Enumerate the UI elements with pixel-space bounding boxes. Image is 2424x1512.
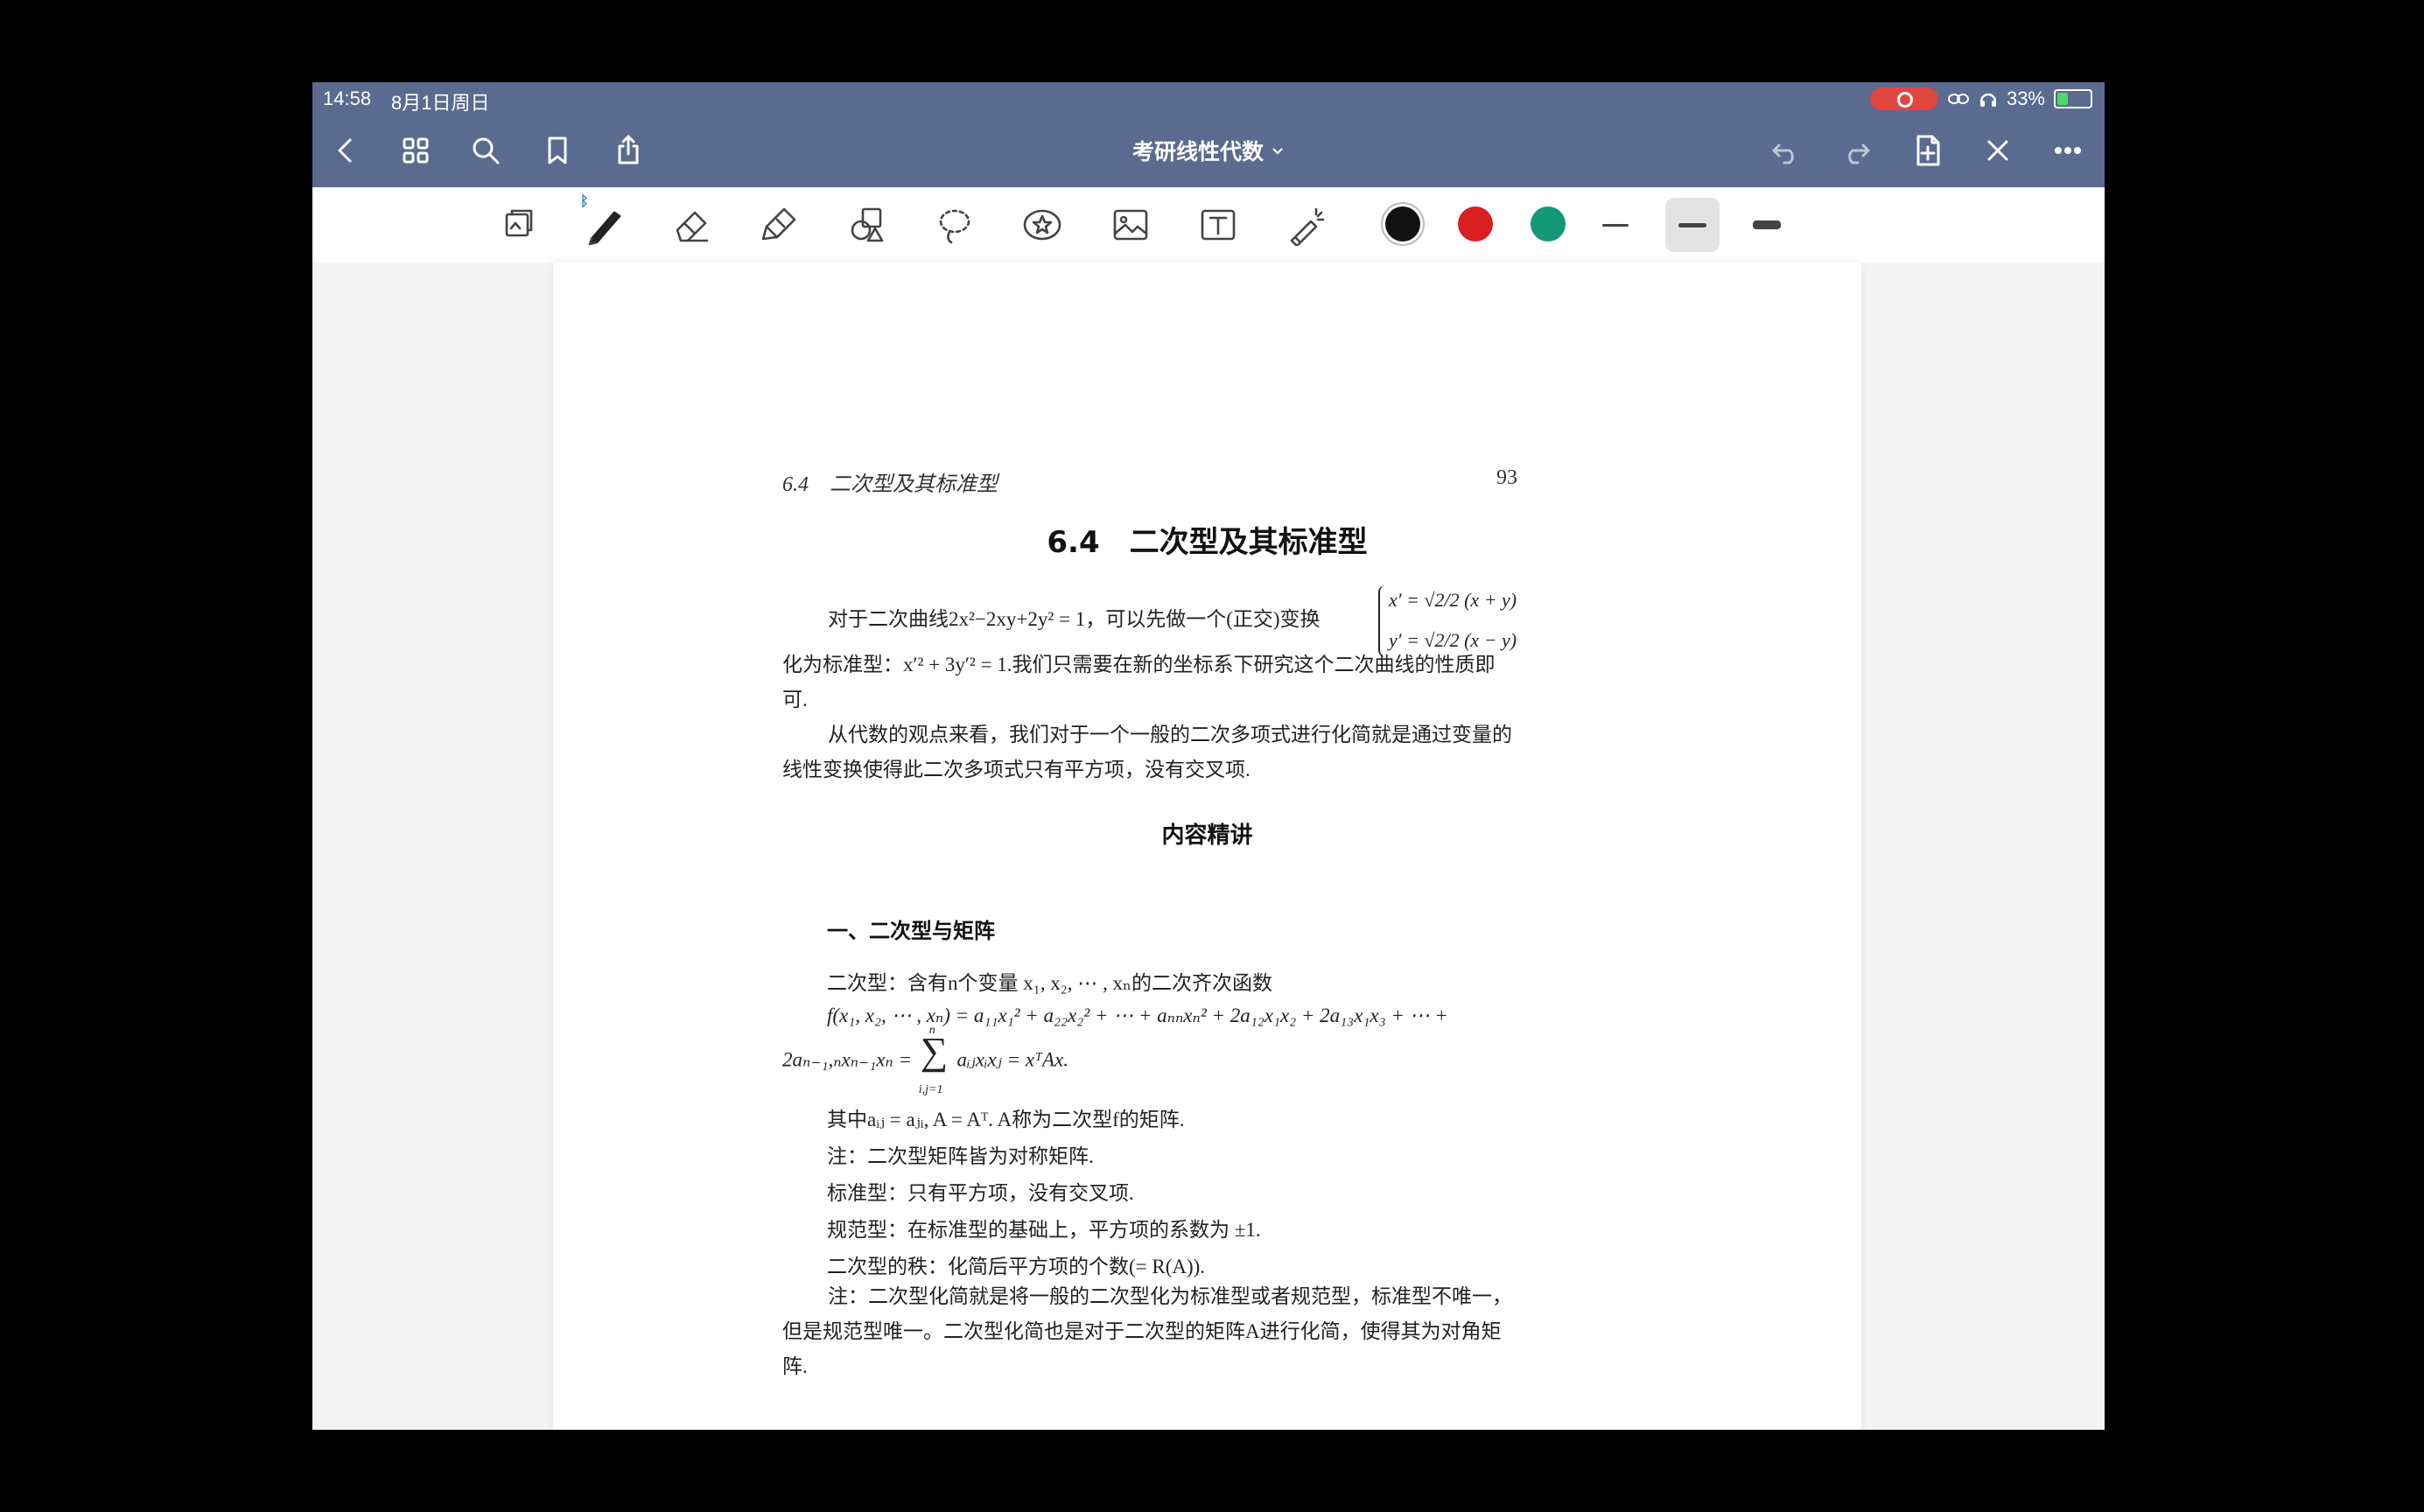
note-rank: 二次型的秩：化简后平方项的个数(= R(A)). xyxy=(827,1256,1206,1278)
thickness-thin-option[interactable] xyxy=(1602,224,1629,227)
highlighter-icon xyxy=(761,207,796,241)
lasso-icon xyxy=(939,209,970,244)
image-tool[interactable] xyxy=(1103,198,1158,252)
document-viewport[interactable]: 6.4 二次型及其标准型 93 6.4 二次型及其标准型 对于二次曲线2x²−2… xyxy=(312,262,2105,1430)
color-red-swatch[interactable] xyxy=(1458,206,1493,242)
more-button[interactable] xyxy=(2043,126,2092,175)
battery-fill xyxy=(2057,93,2068,105)
status-date: 8月1日周日 xyxy=(391,92,490,114)
text-icon xyxy=(1201,209,1236,241)
document-navbar: 考研线性代数 xyxy=(312,114,2105,187)
intro-paragraph-3: 从代数的观点来看，我们对于一个一般的二次多项式进行化简就是通过变量的线性变换使得… xyxy=(782,724,1512,780)
thickness-medium-bar xyxy=(1678,222,1706,228)
eraser-icon xyxy=(676,211,709,242)
sum-lower: i,j=1 xyxy=(918,1083,943,1096)
headphones-icon xyxy=(1979,93,1997,107)
sum-upper: n xyxy=(928,1024,935,1037)
link-icon xyxy=(1947,94,1969,104)
eraser-tool[interactable] xyxy=(664,198,718,252)
add-page-icon xyxy=(1916,135,1940,166)
redo-icon xyxy=(1848,144,1870,164)
definition-line: 二次型：含有n个变量 x₁, x₂, ⋯ , xₙ的二次齐次函数 xyxy=(827,972,1272,994)
pdf-page[interactable]: 6.4 二次型及其标准型 93 6.4 二次型及其标准型 对于二次曲线2x²−2… xyxy=(553,262,1861,1430)
content-heading: 内容精讲 xyxy=(1161,822,1253,849)
formula-line-2: 2aₙ₋₁,ₙxₙ₋₁xₙ = ∑ n i,j=1 aᵢⱼxᵢxⱼ = xᵀAx… xyxy=(782,1024,1517,1096)
formula-2-left: 2aₙ₋₁,ₙxₙ₋₁xₙ = xyxy=(782,1048,912,1071)
status-indicators: 33% xyxy=(1869,88,2092,110)
annotation-toolbar: ᛒ xyxy=(312,187,2105,263)
note-standard-form: 标准型：只有平方项，没有交叉项. xyxy=(827,1182,1134,1204)
more-icon xyxy=(2055,147,2081,154)
formula-2-right: aᵢⱼxᵢxⱼ = xᵀAx. xyxy=(956,1048,1068,1071)
pen-tool[interactable]: ᛒ xyxy=(577,194,631,252)
image-icon xyxy=(1113,209,1148,241)
screen-recording-icon[interactable] xyxy=(1869,88,1938,110)
page-view-tool[interactable] xyxy=(490,198,544,252)
intro-paragraph-2: 化为标准型：x′² + 3y′² = 1.我们只需要在新的坐标系下研究这个二次曲… xyxy=(782,654,1496,710)
shapes-tool[interactable] xyxy=(839,198,893,252)
thickness-thick-option[interactable] xyxy=(1753,220,1781,229)
text-tool[interactable] xyxy=(1191,198,1245,252)
document-title: 考研线性代数 xyxy=(1131,140,1264,164)
color-black-swatch[interactable] xyxy=(1385,206,1420,242)
shapes-icon xyxy=(851,207,884,242)
undo-icon xyxy=(1772,144,1794,164)
color-green-swatch[interactable] xyxy=(1531,206,1566,242)
battery-icon xyxy=(2054,89,2092,108)
highlighter-tool[interactable] xyxy=(752,198,806,252)
note-simplification: 注：二次型化简就是将一般的二次型化为标准型或者规范型，标准型不唯一，但是规范型唯… xyxy=(782,1285,1512,1377)
pen-icon xyxy=(588,211,621,246)
redo-button[interactable] xyxy=(1832,126,1881,175)
sticker-icon xyxy=(1023,209,1061,241)
laser-pointer-tool[interactable] xyxy=(1279,198,1333,252)
note-canonical-form: 规范型：在标准型的基础上，平方项的系数为 ±1. xyxy=(827,1219,1261,1241)
note-symmetric: 其中aᵢⱼ = aⱼᵢ, A = Aᵀ. A称为二次型f的矩阵. xyxy=(827,1109,1185,1130)
thickness-medium-option[interactable] xyxy=(1665,198,1720,252)
page-view-icon xyxy=(505,209,533,237)
status-bar: 14:58 8月1日周日 33% xyxy=(312,82,2105,114)
laser-pointer-icon xyxy=(1290,207,1325,246)
page-number: 93 xyxy=(1496,466,1517,489)
subheading-quadratic-form: 一、二次型与矩阵 xyxy=(827,919,995,943)
document-title-button[interactable]: 考研线性代数 xyxy=(1132,135,1285,166)
undo-button[interactable] xyxy=(1762,126,1811,175)
ipad-screen: 14:58 8月1日周日 33% 考研线性代数 ᛒ 6.4 二次型及其标准型 9… xyxy=(312,82,2105,1430)
summation-symbol: ∑ n i,j=1 xyxy=(918,1024,949,1096)
sticker-tool[interactable] xyxy=(1015,198,1069,252)
battery-percent: 33% xyxy=(2006,88,2045,109)
transform-x: x′ = √2/2 (x + y) xyxy=(1389,589,1517,611)
chevron-down-icon xyxy=(1272,148,1283,155)
close-icon xyxy=(1987,140,2008,161)
status-time: 14:58 xyxy=(323,88,372,109)
lasso-tool[interactable] xyxy=(928,198,982,252)
running-header-title: 6.4 二次型及其标准型 xyxy=(782,473,998,496)
close-button[interactable] xyxy=(1973,126,2022,175)
note-symmetric-matrix: 注：二次型矩阵皆为对称矩阵. xyxy=(827,1145,1094,1167)
bluetooth-icon: ᛒ xyxy=(580,194,589,209)
section-title: 6.4 二次型及其标准型 xyxy=(1047,525,1368,560)
add-page-button[interactable] xyxy=(1903,126,1952,175)
